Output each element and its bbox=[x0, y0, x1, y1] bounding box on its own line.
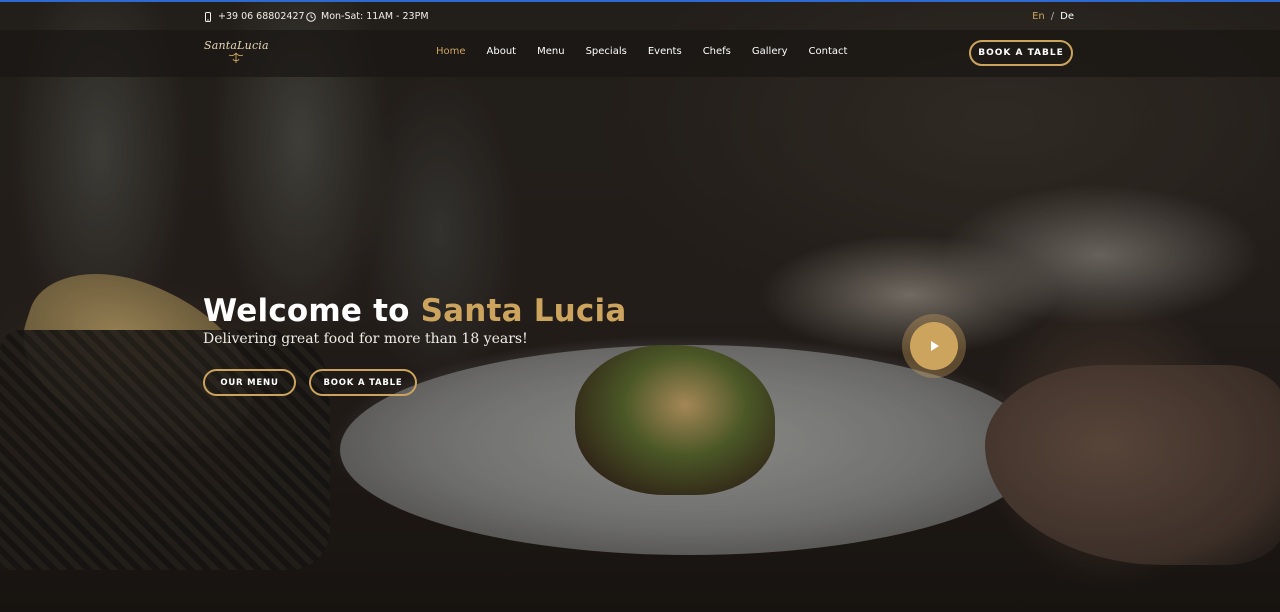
hero-subtitle: Delivering great food for more than 18 y… bbox=[203, 331, 528, 347]
clock-icon bbox=[306, 11, 316, 22]
nav-gallery[interactable]: Gallery bbox=[752, 46, 788, 57]
lang-de-link[interactable]: De bbox=[1060, 11, 1074, 22]
nav-home[interactable]: Home bbox=[436, 46, 466, 57]
play-icon bbox=[931, 341, 939, 351]
video-play-button[interactable] bbox=[902, 314, 966, 378]
phone-number[interactable]: +39 06 68802427 bbox=[218, 11, 305, 22]
hero-book-table-button[interactable]: BOOK A TABLE bbox=[309, 369, 417, 396]
hero-overlay bbox=[0, 0, 1280, 612]
nav-about[interactable]: About bbox=[487, 46, 517, 57]
logo-text: SantaLucia bbox=[204, 39, 269, 52]
phone-icon bbox=[205, 11, 211, 22]
hours-info: Mon-Sat: 11AM - 23PM bbox=[306, 11, 429, 22]
nav-events[interactable]: Events bbox=[648, 46, 682, 57]
logo-ornament-icon bbox=[228, 52, 244, 63]
hero-title-prefix: Welcome to bbox=[203, 293, 421, 329]
top-info-bar: +39 06 68802427 Mon-Sat: 11AM - 23PM En … bbox=[0, 0, 1280, 30]
header-book-table-button[interactable]: BOOK A TABLE bbox=[969, 40, 1073, 66]
nav-contact[interactable]: Contact bbox=[809, 46, 848, 57]
language-switcher: En / De bbox=[1032, 11, 1074, 22]
nav-chefs[interactable]: Chefs bbox=[703, 46, 731, 57]
play-button-core[interactable] bbox=[910, 322, 958, 370]
phone-info: +39 06 68802427 bbox=[203, 11, 305, 22]
nav-specials[interactable]: Specials bbox=[586, 46, 627, 57]
main-nav: Home About Menu Specials Events Chefs Ga… bbox=[436, 46, 868, 57]
our-menu-button[interactable]: OUR MENU bbox=[203, 369, 296, 396]
hero-title: Welcome to Santa Lucia bbox=[203, 293, 626, 329]
site-logo[interactable]: SantaLucia bbox=[204, 39, 269, 64]
lang-en-link[interactable]: En bbox=[1032, 11, 1045, 22]
lang-separator: / bbox=[1050, 11, 1055, 22]
opening-hours: Mon-Sat: 11AM - 23PM bbox=[321, 11, 429, 22]
hero-title-accent: Santa Lucia bbox=[420, 293, 627, 329]
main-header: SantaLucia Home About Menu Specials Even… bbox=[0, 30, 1280, 77]
nav-menu[interactable]: Menu bbox=[537, 46, 564, 57]
